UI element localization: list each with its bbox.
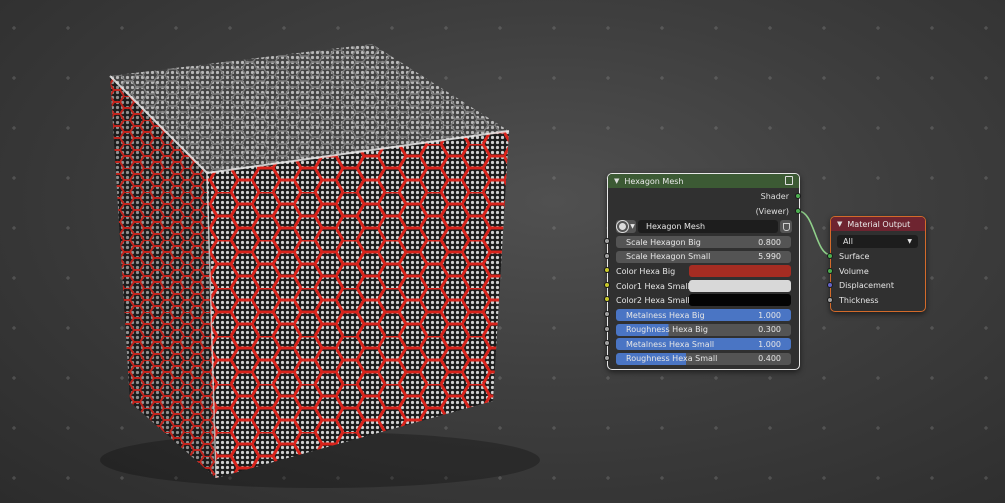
slider-field[interactable]: Metalness Hexa Small 1.000 xyxy=(616,338,791,351)
chevron-down-icon: ▼ xyxy=(907,238,912,245)
output-row: (Viewer) xyxy=(608,205,799,219)
node-title: Hexagon Mesh xyxy=(624,176,684,186)
collapse-chevron-icon[interactable]: ▼ xyxy=(614,177,619,185)
number-field[interactable]: Scale Hexagon Small 5.990 xyxy=(616,250,791,263)
input-label: Scale Hexagon Big xyxy=(626,237,701,247)
hexagon-mesh-node[interactable]: ▼ Hexagon Mesh Shader (Viewer) ▼ Hexagon… xyxy=(607,173,800,370)
node-title: Material Output xyxy=(847,219,911,229)
color-swatch[interactable] xyxy=(689,265,791,278)
input-label: Roughness Hexa Big xyxy=(626,325,708,335)
input-label: Surface xyxy=(839,252,870,261)
input-value: 0.400 xyxy=(758,354,781,364)
input-value: 1.000 xyxy=(758,339,781,349)
input-value: 0.800 xyxy=(758,237,781,247)
output-socket[interactable] xyxy=(795,208,801,214)
group-browse-button[interactable]: ▼ xyxy=(616,220,636,233)
input-label: Roughness Hexa Small xyxy=(626,354,718,364)
input-socket[interactable] xyxy=(827,267,833,274)
output-socket[interactable] xyxy=(795,193,801,199)
input-label: Color2 Hexa Small xyxy=(616,296,690,306)
input-socket[interactable] xyxy=(604,354,610,361)
slider-field[interactable]: Metalness Hexa Big 1.000 xyxy=(616,309,791,321)
input-label: Color1 Hexa Small xyxy=(616,281,690,291)
node-header[interactable]: ▼ Hexagon Mesh xyxy=(608,174,799,188)
input-socket[interactable] xyxy=(604,325,610,332)
input-label: Displacement xyxy=(839,281,894,290)
material-output-node[interactable]: ▼ Material Output All ▼ Surface Volume Dis… xyxy=(830,216,926,312)
fake-user-shield-icon[interactable] xyxy=(780,220,792,233)
input-socket[interactable] xyxy=(604,252,610,259)
input-socket[interactable] xyxy=(604,238,610,244)
input-socket[interactable] xyxy=(827,253,833,259)
group-name-field[interactable]: Hexagon Mesh xyxy=(638,220,778,233)
output-label: (Viewer) xyxy=(755,207,789,216)
input-label: Volume xyxy=(839,266,869,276)
input-value: 5.990 xyxy=(758,252,781,262)
input-socket[interactable] xyxy=(604,311,610,317)
number-field[interactable]: Scale Hexagon Big 0.800 xyxy=(616,236,791,248)
node-tree-icon xyxy=(617,221,629,232)
input-socket[interactable] xyxy=(827,296,833,303)
input-label: Color Hexa Big xyxy=(616,267,676,277)
input-value: 0.300 xyxy=(758,325,781,335)
color-swatch[interactable] xyxy=(689,294,791,307)
output-row: Shader xyxy=(608,190,799,204)
input-label: Metalness Hexa Small xyxy=(626,339,715,349)
node-group-icon[interactable] xyxy=(785,176,793,185)
chevron-down-icon: ▼ xyxy=(630,223,635,230)
collapse-chevron-icon[interactable]: ▼ xyxy=(837,220,842,228)
input-label: Thickness xyxy=(839,295,879,305)
slider-field[interactable]: Roughness Hexa Small 0.400 xyxy=(616,352,791,365)
input-value: 1.000 xyxy=(758,310,781,320)
input-socket[interactable] xyxy=(604,281,610,288)
output-label: Shader xyxy=(760,192,789,201)
node-group-selector[interactable]: ▼ Hexagon Mesh xyxy=(616,220,792,233)
input-label: Scale Hexagon Small xyxy=(626,252,711,262)
input-socket[interactable] xyxy=(827,282,833,288)
node-header[interactable]: ▼ Material Output xyxy=(831,217,925,231)
color-swatch[interactable] xyxy=(689,279,791,292)
target-dropdown[interactable]: All ▼ xyxy=(837,235,918,248)
input-label: Metalness Hexa Big xyxy=(626,310,705,320)
slider-field[interactable]: Roughness Hexa Big 0.300 xyxy=(616,323,791,336)
